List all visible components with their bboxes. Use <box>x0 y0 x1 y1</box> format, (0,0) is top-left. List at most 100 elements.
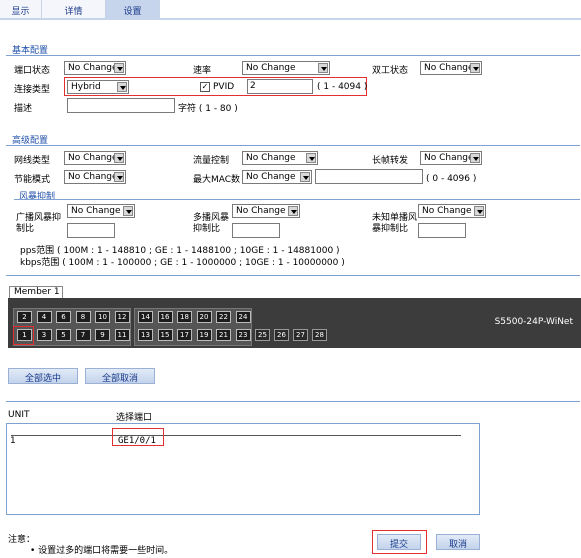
unit-header: UNIT <box>8 410 30 420</box>
mdi-select[interactable]: No Change <box>64 151 126 165</box>
tab-display[interactable]: 显示 <box>0 0 42 18</box>
ports-header: 选择端口 <box>116 413 153 423</box>
multicast-select[interactable]: No Change <box>232 204 300 218</box>
duplex-label: 双工状态 <box>372 66 409 76</box>
storm-title: 风暴抑制 <box>19 192 56 202</box>
chevron-down-icon <box>306 153 316 163</box>
selection-divider <box>6 401 580 402</box>
port-16[interactable]: 16 <box>157 311 173 323</box>
chevron-down-icon <box>123 206 133 216</box>
unicast-select[interactable]: No Change <box>418 204 486 218</box>
max-mac-input[interactable] <box>315 169 423 184</box>
chevron-down-icon <box>114 153 124 163</box>
port-23[interactable]: 23 <box>235 329 251 341</box>
deselect-all-button[interactable]: 全部取消 <box>85 368 155 384</box>
basic-config-divider <box>6 55 580 56</box>
port-18[interactable]: 18 <box>177 311 192 323</box>
port-9[interactable]: 9 <box>95 329 110 341</box>
port-3[interactable]: 3 <box>36 329 52 341</box>
notes-item: • 设置过多的端口将需要一些时间。 <box>30 546 174 556</box>
port-28[interactable]: 28 <box>312 329 327 341</box>
selected-port-highlight <box>13 326 34 345</box>
chevron-down-icon <box>470 63 480 73</box>
flow-control-label: 流量控制 <box>193 156 230 166</box>
max-mac-range: ( 0 - 4096 ) <box>426 174 477 184</box>
chevron-down-icon <box>288 206 298 216</box>
unicast-label-2: 暴抑制比 <box>372 224 409 234</box>
chevron-down-icon <box>470 153 480 163</box>
port-21[interactable]: 21 <box>216 329 231 341</box>
port-4[interactable]: 4 <box>36 311 52 323</box>
tab-settings[interactable]: 设置 <box>106 0 160 18</box>
broadcast-select[interactable]: No Change <box>67 204 135 218</box>
selected-ports-highlight <box>112 428 164 446</box>
pvid-label: PVID <box>213 82 235 92</box>
port-24[interactable]: 24 <box>235 311 251 323</box>
mdi-label: 网线类型 <box>14 156 51 166</box>
port-14[interactable]: 14 <box>138 311 153 323</box>
link-type-label: 连接类型 <box>14 85 51 95</box>
port-19[interactable]: 19 <box>196 329 212 341</box>
port-8[interactable]: 8 <box>75 311 91 323</box>
select-all-button[interactable]: 全部选中 <box>8 368 78 384</box>
speed-select[interactable]: No Change <box>242 61 330 75</box>
description-input[interactable] <box>67 98 175 113</box>
multicast-label-2: 抑制比 <box>193 224 221 234</box>
advanced-config-divider <box>6 145 580 146</box>
tab-details[interactable]: 详情 <box>42 0 106 18</box>
port-12[interactable]: 12 <box>114 311 130 323</box>
switch-panel: 2 4 6 8 10 12 14 16 18 20 22 24 1 3 5 7 9 11 13 15 17 19 21 23 2… <box>8 298 581 348</box>
port-22[interactable]: 22 <box>216 311 231 323</box>
selected-unit: 1 <box>10 436 16 446</box>
chevron-down-icon <box>114 63 124 73</box>
chevron-down-icon <box>318 63 328 73</box>
duplex-select[interactable]: No Change <box>420 61 482 75</box>
storm-divider <box>14 199 580 200</box>
speed-label: 速率 <box>193 66 212 76</box>
port-6[interactable]: 6 <box>56 311 71 323</box>
device-model: S5500-24P-WiNet <box>494 317 573 327</box>
chevron-down-icon <box>114 172 124 182</box>
port-state-select[interactable]: No Change <box>64 61 126 75</box>
pvid-input[interactable]: 2 <box>247 79 313 94</box>
jumbo-frame-select[interactable]: No Change <box>420 151 482 165</box>
tab-underline <box>0 18 581 20</box>
port-7[interactable]: 7 <box>75 329 91 341</box>
port-11[interactable]: 11 <box>114 329 130 341</box>
port-15[interactable]: 15 <box>157 329 173 341</box>
port-5[interactable]: 5 <box>56 329 71 341</box>
submit-button[interactable]: 提交 <box>377 534 421 550</box>
description-hint: 字符 ( 1 - 80 ) <box>178 104 238 114</box>
port-13[interactable]: 13 <box>138 329 153 341</box>
power-save-select[interactable]: No Change <box>64 170 126 184</box>
port-25[interactable]: 25 <box>255 329 270 341</box>
multicast-input[interactable] <box>232 223 280 238</box>
storm-bottom-divider <box>6 275 580 276</box>
unicast-input[interactable] <box>418 223 466 238</box>
jumbo-frame-label: 长帧转发 <box>372 156 409 166</box>
link-type-select[interactable]: Hybrid <box>67 80 129 94</box>
max-mac-label: 最大MAC数 <box>193 175 241 185</box>
max-mac-select[interactable]: No Change <box>242 170 312 184</box>
broadcast-input[interactable] <box>67 223 115 238</box>
pvid-range: ( 1 - 4094 ) <box>317 82 368 92</box>
cancel-button[interactable]: 取消 <box>436 534 480 550</box>
port-state-label: 端口状态 <box>14 66 51 76</box>
port-2[interactable]: 2 <box>17 311 32 323</box>
description-label: 描述 <box>14 104 33 114</box>
chevron-down-icon <box>474 206 484 216</box>
port-17[interactable]: 17 <box>177 329 192 341</box>
pvid-checkbox[interactable]: ✓ <box>200 82 210 92</box>
list-header-line <box>11 435 461 436</box>
port-10[interactable]: 10 <box>95 311 110 323</box>
chevron-down-icon <box>300 172 310 182</box>
kbps-range: kbps范围 ( 100M : 1 - 100000 ; GE : 1 - 10… <box>20 258 345 268</box>
port-27[interactable]: 27 <box>293 329 308 341</box>
flow-control-select[interactable]: No Change <box>242 151 318 165</box>
port-26[interactable]: 26 <box>274 329 289 341</box>
power-save-label: 节能模式 <box>14 175 51 185</box>
chevron-down-icon <box>117 82 127 92</box>
broadcast-label-2: 制比 <box>16 224 35 234</box>
port-20[interactable]: 20 <box>196 311 212 323</box>
selection-list: 1 GE1/0/1 <box>6 423 480 515</box>
